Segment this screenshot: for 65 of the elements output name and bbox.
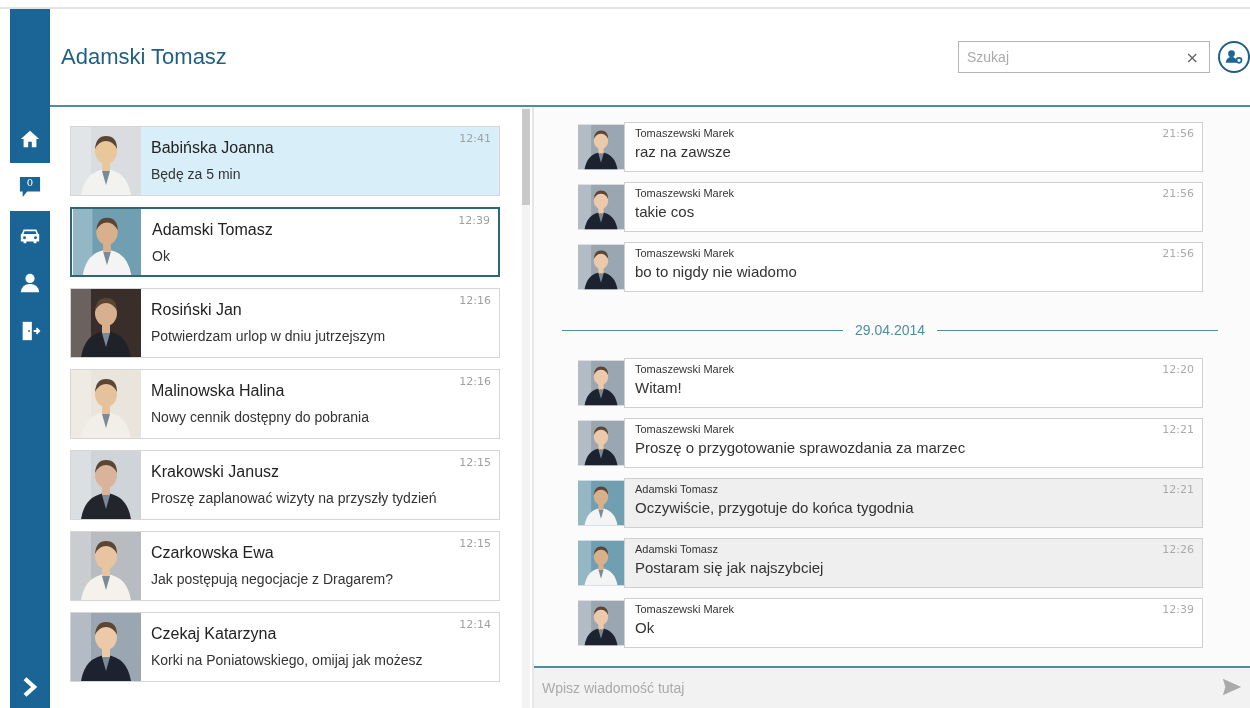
message-text: Witam! (635, 379, 682, 396)
sender-name: Tomaszewski Marek (635, 423, 735, 435)
message-text: Proszę o przygotowanie sprawozdania za marzec (635, 439, 966, 456)
home-icon (19, 128, 41, 150)
message-text: raz na zawsze (635, 143, 731, 160)
message-time: 12:21 (1162, 423, 1194, 436)
sender-name: Tomaszewski Marek (635, 247, 735, 259)
message-time: 12:16 (459, 294, 491, 307)
contacts-button[interactable] (1218, 41, 1250, 73)
message-time: 12:39 (1162, 603, 1194, 616)
contact-name: Babińska Joanna (151, 139, 274, 157)
last-message: Będę za 5 min (151, 166, 242, 182)
message-time: 12:26 (1162, 543, 1194, 556)
message-time: 12:41 (459, 132, 491, 145)
unread-count: 0 (25, 177, 35, 188)
message-time: 12:39 (458, 214, 490, 227)
clear-button[interactable]: × (1175, 47, 1209, 67)
message-time: 12:14 (459, 618, 491, 631)
sender-name: Tomaszewski Marek (635, 363, 735, 375)
sender-name: Adamski Tomasz (635, 543, 718, 555)
message-time: 12:16 (459, 375, 491, 388)
message-time: 12:15 (459, 537, 491, 550)
message-text: takie cos (635, 203, 695, 220)
message-text: Postaram się jak najszybciej (635, 559, 824, 576)
scrollbar-thumb[interactable] (522, 109, 530, 205)
message-time: 21:56 (1162, 187, 1194, 200)
sender-name: Tomaszewski Marek (635, 603, 735, 615)
message-input[interactable]: Wpisz wiadomość tutaj (534, 666, 1250, 708)
sender-name: Tomaszewski Marek (635, 127, 735, 139)
last-message: Potwierdzam urlop w dniu jutrzejszym (151, 328, 386, 344)
message-text: bo to nigdy nie wiadomo (635, 263, 797, 280)
contact-name: Rosiński Jan (151, 301, 243, 319)
message-time: 21:56 (1162, 247, 1194, 260)
last-message: Ok (152, 248, 171, 264)
contact-name: Krakowski Janusz (151, 463, 281, 481)
contact-card[interactable]: Malinowska Halina Nowy cennik dostępny do pobrania 12:16 (70, 369, 500, 439)
contact-card[interactable]: Czarkowska Ewa Jak postępują negocjacje z Dragarem? 12:15 (70, 531, 500, 601)
last-message: Proszę zaplanować wizyty na przyszły tydzień (151, 490, 437, 506)
contact-name: Adamski Tomasz (152, 221, 273, 239)
contact-card[interactable]: Czekaj Katarzyna Korki na Poniatowskiego, omijaj jak możesz 12:14 (70, 612, 500, 682)
contact-name: Czarkowska Ewa (151, 544, 275, 562)
person-icon (19, 272, 41, 294)
message-text: Ok (635, 619, 655, 636)
contact-card[interactable]: Krakowski Janusz Proszę zaplanować wizyty na przyszły tydzień 12:15 (70, 450, 500, 520)
contact-name: Malinowska Halina (151, 382, 286, 400)
message-text: Oczywiście, przygotuje do końca tygodnia (635, 499, 914, 516)
last-message: Korki na Poniatowskiego, omijaj jak możesz (151, 652, 423, 668)
send-icon (1222, 677, 1242, 697)
contact-name: Czekaj Katarzyna (151, 625, 278, 643)
sender-name: Adamski Tomasz (635, 483, 718, 495)
contact-name-title: Adamski Tomasz (61, 44, 228, 70)
nav-item[interactable]: 0 (10, 163, 50, 211)
sender-name: Tomaszewski Marek (635, 187, 735, 199)
date-label: 29.04.2014 (854, 322, 926, 338)
search-field[interactable]: Szukaj × (958, 41, 1210, 73)
people-icon (1224, 47, 1244, 67)
message-time: 12:20 (1162, 363, 1194, 376)
contact-card[interactable]: Rosiński Jan Potwierdzam urlop w dniu jutrzejszym 12:16 (70, 288, 500, 358)
contact-card[interactable]: Adamski Tomasz Ok 12:39 (70, 207, 500, 277)
contact-card[interactable]: Babińska Joanna Będę za 5 min 12:41 (70, 126, 500, 196)
message-time: 12:21 (1162, 483, 1194, 496)
last-message: Nowy cennik dostępny do pobrania (151, 409, 369, 425)
message-time: 21:56 (1162, 127, 1194, 140)
message-time: 12:15 (459, 456, 491, 469)
last-message: Jak postępują negocjacje z Dragarem? (151, 571, 394, 587)
